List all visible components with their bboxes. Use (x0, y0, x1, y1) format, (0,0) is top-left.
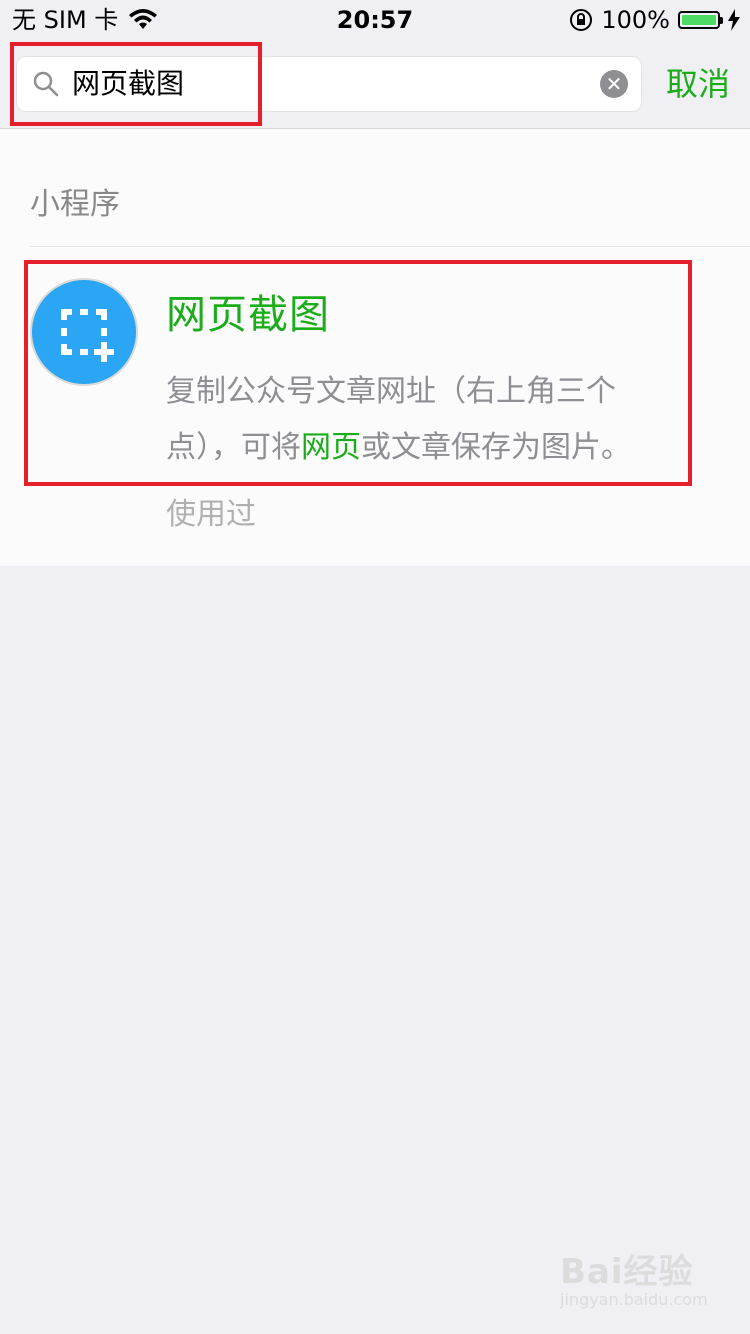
annotation-box-search (10, 42, 262, 126)
clear-icon[interactable]: ✕ (600, 70, 628, 98)
status-bar: 无 SIM 卡 20:57 100% (0, 0, 750, 40)
watermark-brand: Bai经验 (560, 1252, 694, 1292)
used-label: 使用过 (166, 497, 256, 532)
battery-fill (682, 15, 716, 25)
baidu-watermark: Bai经验 jingyan.baidu.com (560, 1234, 710, 1314)
watermark-sub: jingyan.baidu.com (560, 1290, 708, 1309)
section-title: 小程序 (30, 187, 120, 222)
section-divider (30, 246, 750, 247)
battery-icon (678, 11, 723, 29)
rotation-lock-icon (570, 9, 593, 31)
cancel-button[interactable]: 取消 (666, 40, 730, 128)
status-right: 100% (569, 5, 740, 35)
charging-bolt-icon (728, 9, 740, 31)
battery-percent: 100% (601, 6, 670, 34)
annotation-box-result (24, 260, 692, 486)
